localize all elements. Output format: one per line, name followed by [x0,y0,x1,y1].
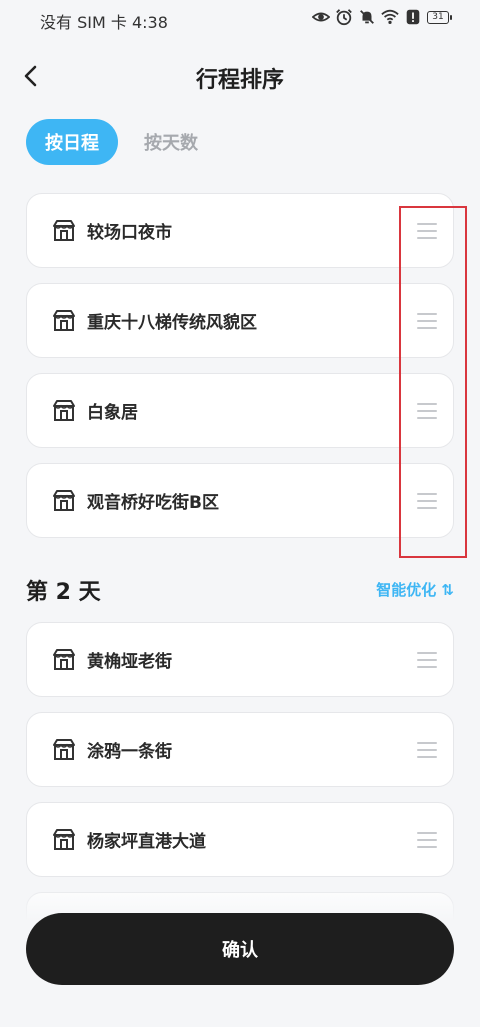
list-item[interactable]: 白象居 [26,373,454,448]
storefront-icon [53,220,75,241]
storefront-icon [53,739,75,760]
drag-handle-icon[interactable] [417,652,437,668]
list-item[interactable]: 重庆十八梯传统风貌区 [26,283,454,358]
list-item[interactable]: 黄桷垭老街 [26,622,454,697]
alert-icon [406,9,420,25]
list-item-name: 白象居 [87,403,138,423]
list-item-name: 杨家坪直港大道 [87,832,206,852]
storefront-icon [53,649,75,670]
eye-icon [312,12,330,22]
page-title: 行程排序 [195,68,284,93]
confirm-button[interactable]: 确认 [26,913,454,985]
list-item-name: 黄桷垭老街 [87,652,172,672]
tab-by-schedule[interactable]: 按日程 [26,119,118,165]
trip-sort-screen: 没有 SIM 卡 4:38 31 行程排序 按日程 按天数 较场口夜市 重庆十八… [0,0,480,1027]
battery-icon: 31 [427,10,452,24]
smart-optimize-button[interactable]: 智能优化 ⇅ [376,579,454,600]
sort-mode-tabs: 按日程 按天数 [26,119,198,165]
storefront-icon [53,490,75,511]
alarm-icon [336,9,352,26]
list-item-name: 观音桥好吃街B区 [87,493,219,513]
status-icons: 31 [312,8,452,26]
storefront-icon [53,829,75,850]
drag-handle-icon[interactable] [417,832,437,848]
drag-handle-icon[interactable] [417,403,437,419]
storefront-icon [53,400,75,421]
day-2-title: 第 2 天 [26,580,101,605]
status-carrier-time: 没有 SIM 卡 4:38 [40,13,168,32]
drag-handle-icon[interactable] [417,313,437,329]
battery-level: 31 [427,10,449,24]
storefront-icon [53,310,75,331]
mute-bell-icon [360,10,374,24]
list-item-name: 重庆十八梯传统风貌区 [87,313,257,333]
list-item[interactable]: 较场口夜市 [26,193,454,268]
list-item-name: 涂鸦一条街 [87,742,172,762]
status-bar: 没有 SIM 卡 4:38 31 [0,0,480,36]
list-item[interactable]: 涂鸦一条街 [26,712,454,787]
drag-handle-icon[interactable] [417,742,437,758]
list-item[interactable]: 杨家坪直港大道 [26,802,454,877]
list-item[interactable]: 观音桥好吃街B区 [26,463,454,538]
wifi-icon [381,9,399,25]
tab-by-days[interactable]: 按天数 [144,119,198,165]
drag-handle-icon[interactable] [417,493,437,509]
drag-handle-icon[interactable] [417,223,437,239]
header: 行程排序 [0,52,480,100]
list-item-name: 较场口夜市 [87,223,172,243]
